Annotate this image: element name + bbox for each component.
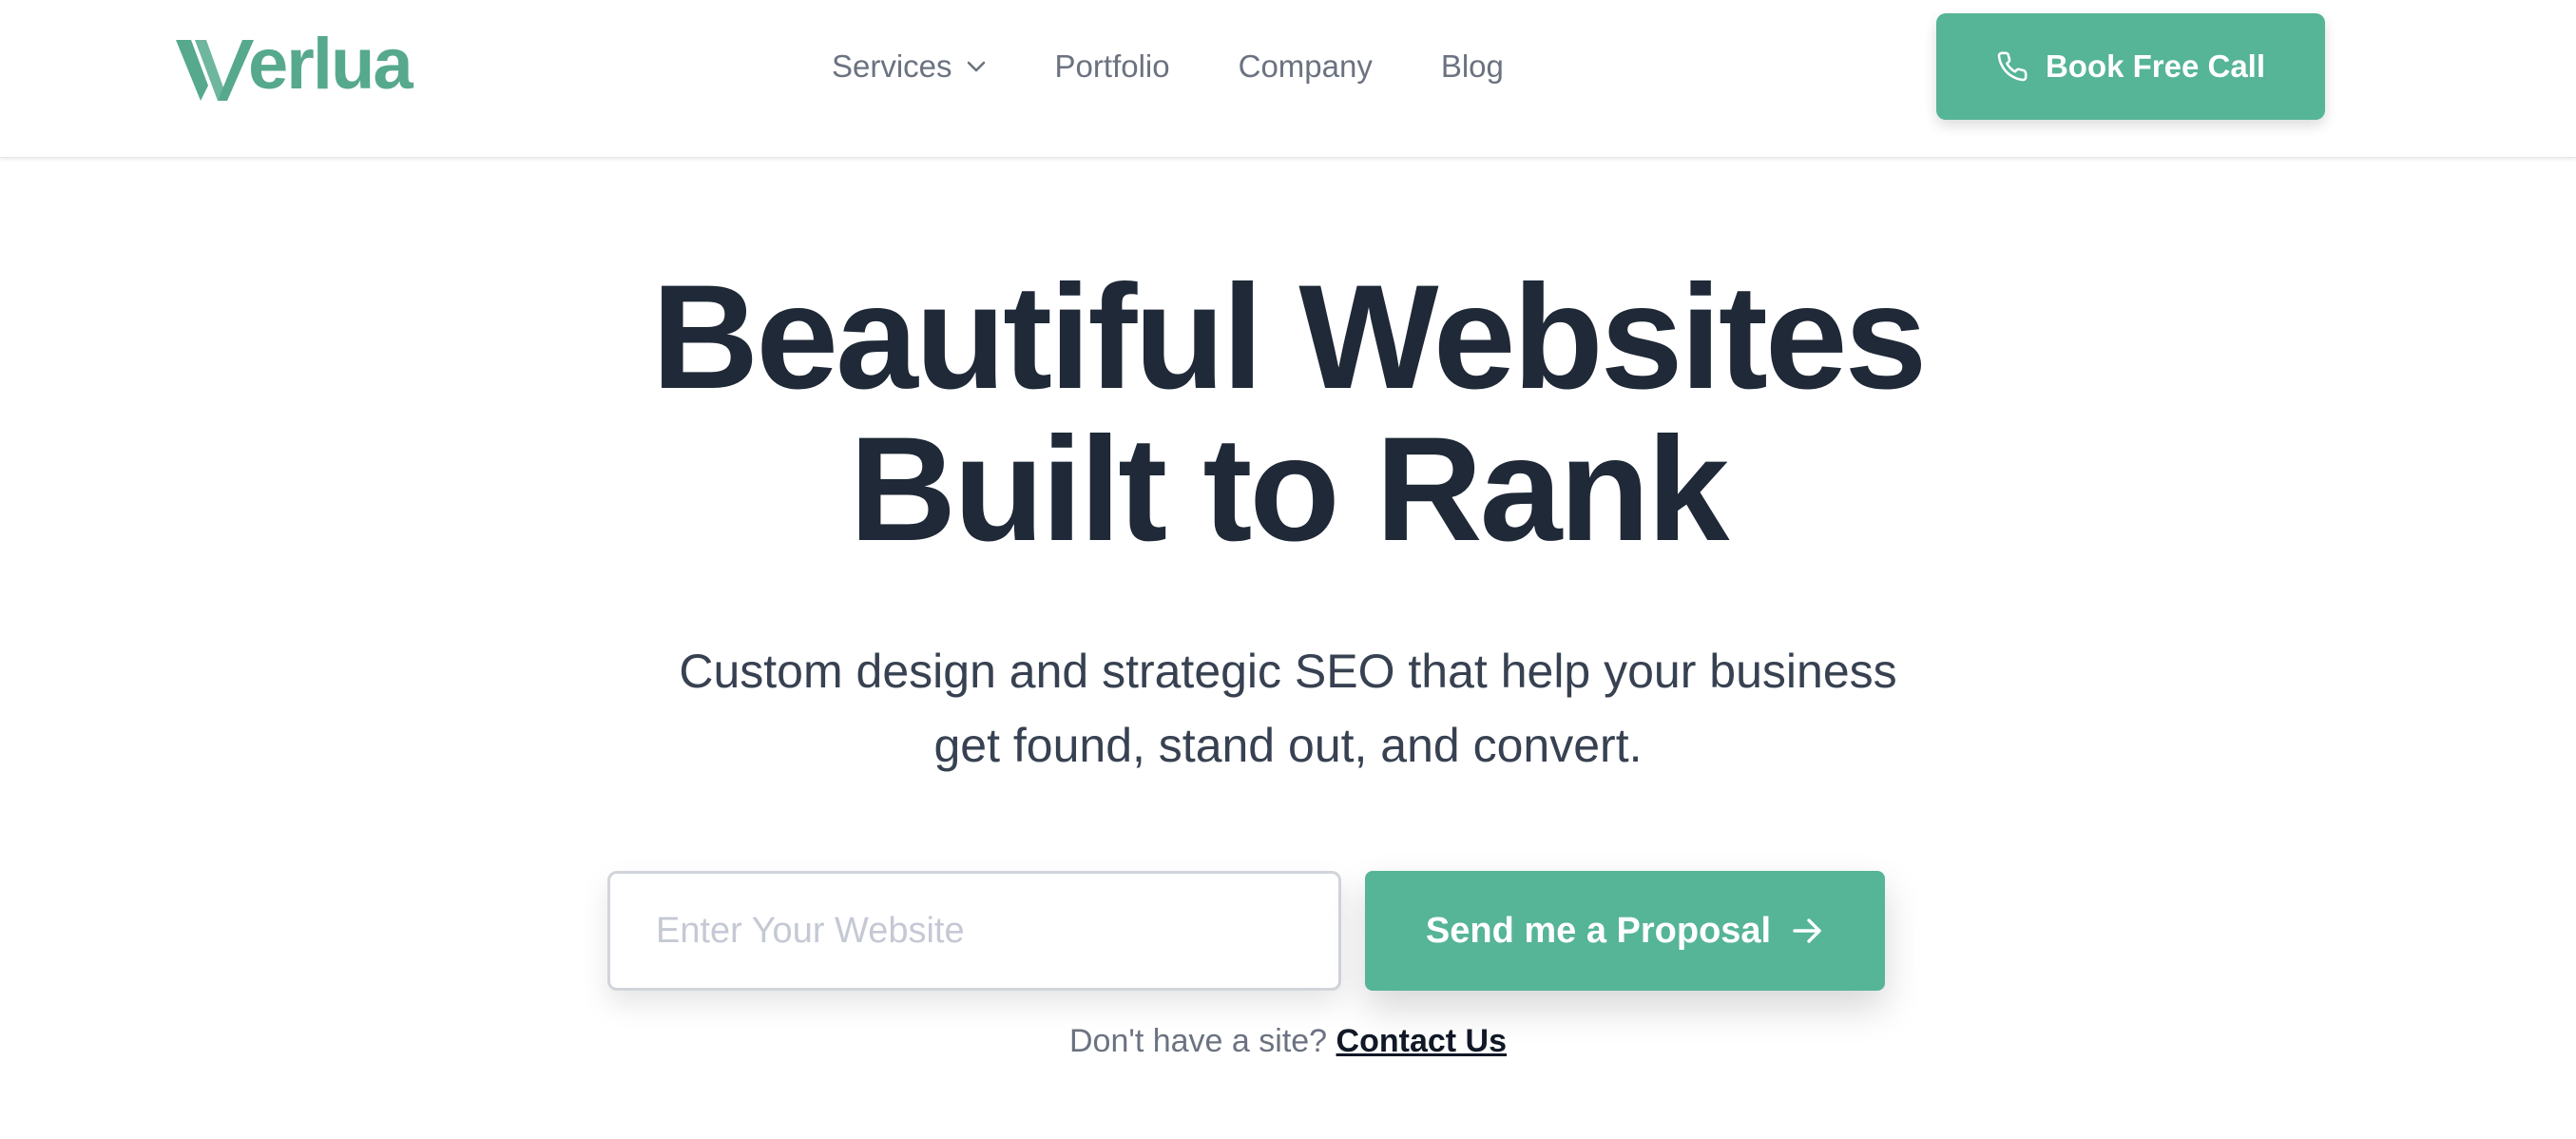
book-free-call-button[interactable]: Book Free Call [1936, 13, 2325, 120]
site-header: erlua Services Portfolio Company Blog Bo… [0, 0, 2576, 158]
nav-blog[interactable]: Blog [1441, 48, 1504, 85]
book-free-call-label: Book Free Call [2045, 48, 2266, 84]
nav-portfolio[interactable]: Portfolio [1055, 48, 1170, 85]
contact-prompt-text: Don't have a site? [1068, 1023, 1336, 1059]
proposal-form: Send me a Proposal [607, 871, 1885, 991]
website-url-input[interactable] [607, 871, 1341, 991]
hero-subtitle-line-2: get found, stand out, and convert. [933, 719, 1643, 772]
nav-services[interactable]: Services [832, 48, 987, 85]
nav-company[interactable]: Company [1239, 48, 1373, 85]
contact-us-link[interactable]: Contact Us [1336, 1023, 1507, 1059]
send-proposal-button[interactable]: Send me a Proposal [1365, 871, 1885, 991]
hero-title-line-1: Beautiful Websites [651, 255, 1928, 420]
hero-subtitle-line-1: Custom design and strategic SEO that hel… [679, 645, 1897, 698]
main-nav: Services Portfolio Company Blog [832, 46, 1504, 87]
send-proposal-label: Send me a Proposal [1425, 910, 1772, 951]
phone-icon [1996, 50, 2028, 83]
arrow-right-icon [1792, 917, 1824, 945]
verlua-logo[interactable]: erlua [176, 24, 413, 105]
contact-prompt: Don't have a site? Contact Us [0, 1023, 2576, 1060]
logo-v-mark-icon [176, 40, 254, 101]
hero-title: Beautiful Websites Built to Rank [0, 261, 2576, 566]
hero-subtitle: Custom design and strategic SEO that hel… [0, 634, 2576, 782]
logo-wordmark: erlua [248, 24, 413, 105]
hero-title-line-2: Built to Rank [849, 407, 1730, 572]
nav-services-label: Services [832, 48, 952, 84]
chevron-down-icon [966, 60, 987, 73]
